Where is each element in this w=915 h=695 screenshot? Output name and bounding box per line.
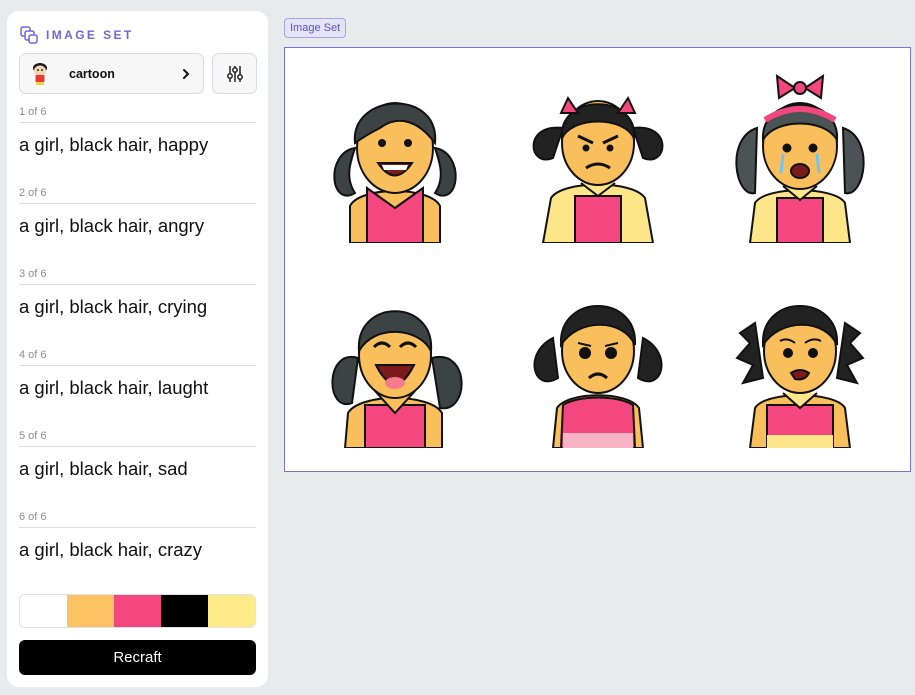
panel-header: IMAGE SET — [19, 25, 134, 45]
prompt-counter: 2 of 6 — [19, 186, 256, 204]
palette-swatch[interactable] — [20, 595, 67, 627]
girl-happy-image — [333, 102, 457, 243]
prompt-item: 3 of 6 a girl, black hair, crying — [19, 267, 256, 348]
prompt-text[interactable]: a girl, black hair, crazy — [19, 539, 256, 561]
image-set-canvas[interactable] — [284, 47, 911, 472]
palette-swatch[interactable] — [67, 595, 114, 627]
style-name: cartoon — [69, 66, 115, 81]
settings-button[interactable] — [212, 53, 257, 94]
girl-crazy-image — [735, 305, 865, 448]
style-selector[interactable]: cartoon — [19, 53, 204, 94]
chevron-right-icon — [183, 68, 190, 79]
girl-laughing-image — [331, 310, 463, 448]
prompt-counter: 5 of 6 — [19, 429, 256, 447]
prompt-counter: 4 of 6 — [19, 348, 256, 366]
recraft-button[interactable]: Recraft — [19, 640, 256, 675]
prompt-item: 5 of 6 a girl, black hair, sad — [19, 429, 256, 510]
prompt-item: 1 of 6 a girl, black hair, happy — [19, 105, 256, 186]
prompt-item: 4 of 6 a girl, black hair, laught — [19, 348, 256, 429]
palette-swatch[interactable] — [208, 595, 255, 627]
palette-swatch[interactable] — [114, 595, 161, 627]
prompt-item: 6 of 6 a girl, black hair, crazy — [19, 510, 256, 591]
prompt-counter: 6 of 6 — [19, 510, 256, 528]
palette-swatch[interactable] — [161, 595, 208, 627]
prompt-text[interactable]: a girl, black hair, crying — [19, 296, 256, 318]
girl-angry-image — [532, 95, 664, 243]
panel-title: IMAGE SET — [46, 28, 134, 42]
girl-crying-image — [735, 74, 865, 243]
prompt-text[interactable]: a girl, black hair, sad — [19, 458, 256, 480]
prompt-counter: 1 of 6 — [19, 105, 256, 123]
style-thumbnail — [33, 62, 47, 85]
prompt-text[interactable]: a girl, black hair, laught — [19, 377, 256, 399]
girl-sad-image — [533, 305, 663, 448]
prompt-list: 1 of 6 a girl, black hair, happy 2 of 6 … — [19, 105, 256, 591]
image-set-icon — [20, 26, 38, 44]
prompt-text[interactable]: a girl, black hair, angry — [19, 215, 256, 237]
color-palette — [19, 594, 256, 628]
prompt-counter: 3 of 6 — [19, 267, 256, 285]
prompt-text[interactable]: a girl, black hair, happy — [19, 134, 256, 156]
prompt-item: 2 of 6 a girl, black hair, angry — [19, 186, 256, 267]
left-panel: IMAGE SET cartoon 1 of 6 a girl, black h… — [7, 11, 268, 687]
sliders-icon — [226, 65, 243, 82]
image-set-tag: Image Set — [284, 18, 347, 38]
